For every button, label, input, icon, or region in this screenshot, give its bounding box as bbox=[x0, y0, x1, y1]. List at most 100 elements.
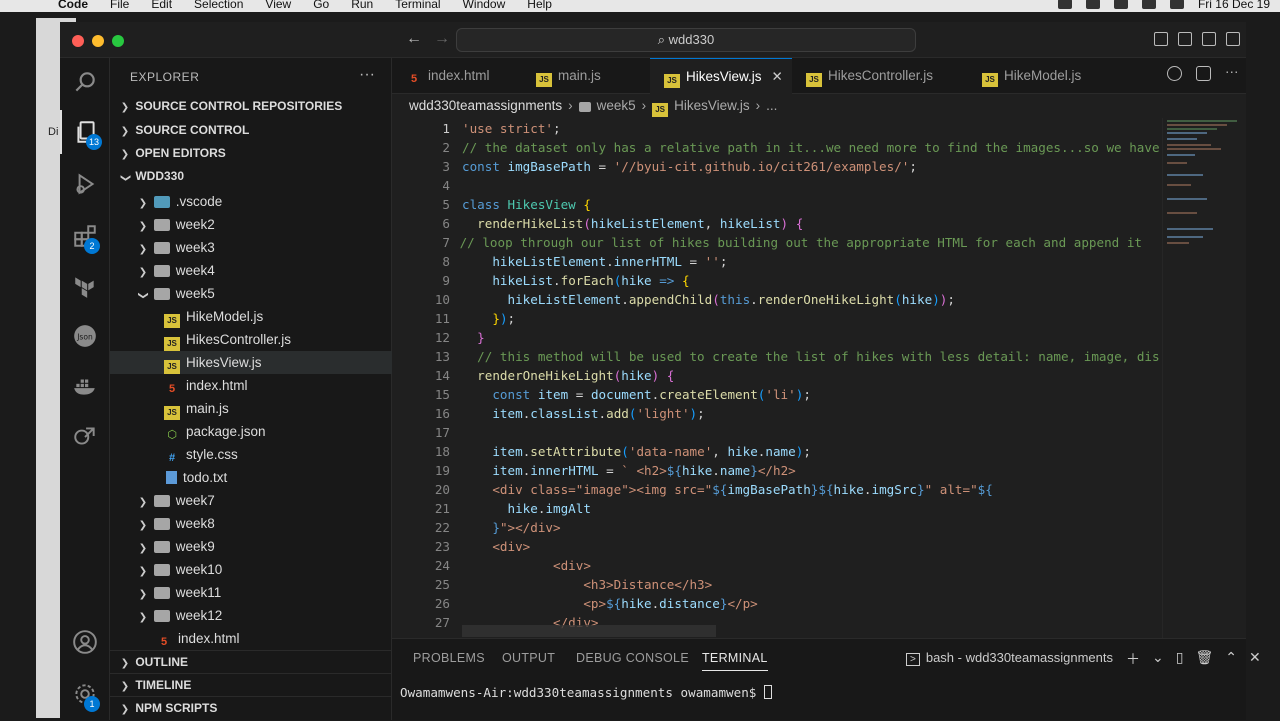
tab-hikescontroller-js[interactable]: JS HikesController.js bbox=[792, 58, 968, 94]
panel-tab-terminal[interactable]: TERMINAL bbox=[702, 651, 768, 671]
split-terminal-icon[interactable]: ▯ bbox=[1176, 649, 1184, 669]
camera-icon[interactable] bbox=[1057, 0, 1072, 9]
tab-index-html[interactable]: 5 index.html bbox=[392, 58, 522, 94]
panel-tab-problems[interactable]: PROBLEMS bbox=[413, 651, 485, 665]
minimap[interactable] bbox=[1162, 118, 1246, 638]
activity-search[interactable] bbox=[60, 60, 110, 104]
tree-file-hikemodel[interactable]: JS HikeModel.js bbox=[110, 305, 392, 328]
menu-run[interactable]: Run bbox=[351, 0, 373, 11]
tree-file-style-css[interactable]: # style.css bbox=[110, 443, 392, 466]
menu-view[interactable]: View bbox=[265, 0, 291, 11]
menu-app-name[interactable]: Code bbox=[58, 0, 88, 11]
tree-folder-week12[interactable]: ❯ week12 bbox=[110, 604, 392, 627]
zoom-window-button[interactable] bbox=[112, 35, 124, 47]
bluetooth-icon[interactable] bbox=[1113, 0, 1128, 9]
activity-json[interactable]: Json bbox=[60, 314, 110, 358]
panel-tab-debug-console[interactable]: DEBUG CONSOLE bbox=[576, 651, 689, 665]
customize-layout-icon[interactable] bbox=[1226, 32, 1240, 46]
new-terminal-icon[interactable]: ＋ bbox=[1126, 649, 1140, 669]
menu-terminal[interactable]: Terminal bbox=[395, 0, 440, 11]
terminal-output[interactable]: Owamamwens-Air:wdd330teamassignments owa… bbox=[400, 685, 772, 700]
breadcrumb-folder[interactable]: week5 bbox=[597, 98, 636, 113]
activity-live-share[interactable] bbox=[60, 414, 110, 458]
tree-file-root-index-html[interactable]: 5 index.html bbox=[110, 627, 392, 646]
line-number: 22 bbox=[434, 520, 450, 535]
menu-help[interactable]: Help bbox=[527, 0, 552, 11]
tree-folder-week7[interactable]: ❯ week7 bbox=[110, 489, 392, 512]
minimize-window-button[interactable] bbox=[92, 35, 104, 47]
section-workspace-root[interactable]: ❯ WDD330 bbox=[110, 165, 392, 187]
horizontal-scrollbar[interactable] bbox=[462, 625, 716, 637]
line-number: 4 bbox=[442, 178, 450, 193]
close-panel-icon[interactable]: ✕ bbox=[1249, 649, 1261, 669]
spotlight-icon[interactable] bbox=[1169, 0, 1184, 9]
tree-file-main-js[interactable]: JS main.js bbox=[110, 397, 392, 420]
menu-go[interactable]: Go bbox=[313, 0, 329, 11]
open-timeline-icon[interactable] bbox=[1167, 66, 1182, 81]
tree-folder-week9[interactable]: ❯ week9 bbox=[110, 535, 392, 558]
close-window-button[interactable] bbox=[72, 35, 84, 47]
menubar-clock[interactable]: Fri 16 Dec 19 bbox=[1198, 0, 1270, 11]
panel-tab-output[interactable]: OUTPUT bbox=[502, 651, 555, 665]
js-file-icon: JS bbox=[164, 337, 180, 351]
command-center-search[interactable]: ⌕ wdd330 bbox=[456, 28, 916, 52]
activity-accounts[interactable] bbox=[60, 620, 110, 664]
tree-folder-week5[interactable]: ❯ week5 bbox=[110, 282, 392, 305]
wifi-icon[interactable] bbox=[1085, 0, 1100, 9]
chevron-up-icon[interactable]: ⌃ bbox=[1225, 649, 1237, 669]
minimap-line bbox=[1167, 184, 1191, 186]
tab-hikesview-js[interactable]: JS HikesView.js ✕ bbox=[650, 58, 792, 94]
toggle-secondary-sidebar-icon[interactable] bbox=[1202, 32, 1216, 46]
section-npm-scripts[interactable]: ❯ NPM SCRIPTS bbox=[110, 696, 392, 718]
code-editor[interactable]: 1 2 3 4 5 6 7 8 9 10 11 12 13 14 15 16 1… bbox=[392, 118, 1162, 638]
forward-arrow-icon[interactable]: → bbox=[434, 30, 450, 48]
back-arrow-icon[interactable]: ← bbox=[406, 30, 422, 48]
battery-icon[interactable] bbox=[1141, 0, 1156, 9]
menu-window[interactable]: Window bbox=[463, 0, 506, 11]
tree-folder-week11[interactable]: ❯ week11 bbox=[110, 581, 392, 604]
tree-folder-week10[interactable]: ❯ week10 bbox=[110, 558, 392, 581]
tree-folder-week4[interactable]: ❯ week4 bbox=[110, 259, 392, 282]
breadcrumb-file[interactable]: HikesView.js bbox=[674, 98, 750, 113]
trash-icon[interactable]: 🗑 bbox=[1195, 649, 1213, 669]
menu-edit[interactable]: Edit bbox=[151, 0, 172, 11]
toggle-sidebar-icon[interactable] bbox=[1154, 32, 1168, 46]
tree-label: week7 bbox=[175, 493, 215, 508]
tab-main-js[interactable]: JS main.js bbox=[522, 58, 650, 94]
breadcrumb-symbol[interactable]: ... bbox=[766, 98, 777, 113]
activity-docker[interactable] bbox=[60, 364, 110, 408]
split-editor-icon[interactable] bbox=[1196, 66, 1211, 81]
tree-file-index-html[interactable]: 5 index.html bbox=[110, 374, 392, 397]
tree-file-hikescontroller[interactable]: JS HikesController.js bbox=[110, 328, 392, 351]
breadcrumb-root[interactable]: wdd330teamassignments bbox=[409, 98, 562, 113]
activity-terraform[interactable] bbox=[60, 264, 110, 308]
tree-file-todo-txt[interactable]: todo.txt bbox=[110, 466, 392, 489]
menu-file[interactable]: File bbox=[110, 0, 129, 11]
tree-file-hikesview[interactable]: JS HikesView.js bbox=[110, 351, 392, 374]
section-source-control-repositories[interactable]: ❯ SOURCE CONTROL REPOSITORIES bbox=[110, 95, 392, 117]
close-tab-icon[interactable]: ✕ bbox=[772, 69, 783, 84]
activity-run-debug[interactable] bbox=[60, 162, 110, 206]
activity-explorer[interactable]: 13 bbox=[60, 110, 110, 154]
tree-folder-week8[interactable]: ❯ week8 bbox=[110, 512, 392, 535]
toggle-panel-icon[interactable] bbox=[1178, 32, 1192, 46]
tab-label: index.html bbox=[428, 68, 490, 83]
activity-extensions[interactable]: 2 bbox=[60, 214, 110, 258]
section-timeline[interactable]: ❯ TIMELINE bbox=[110, 673, 392, 695]
code-line: <div class="image"><img src="${imgBasePa… bbox=[462, 482, 993, 497]
tree-folder-week3[interactable]: ❯ week3 bbox=[110, 236, 392, 259]
chevron-down-icon[interactable]: ⌄ bbox=[1152, 649, 1164, 669]
terminal-selector[interactable]: > bash - wdd330teamassignments bbox=[906, 650, 1113, 666]
section-source-control[interactable]: ❯ SOURCE CONTROL bbox=[110, 119, 392, 141]
menu-selection[interactable]: Selection bbox=[194, 0, 243, 11]
activity-manage[interactable]: 1 bbox=[60, 672, 110, 716]
more-actions-icon[interactable]: ··· bbox=[359, 66, 375, 84]
more-actions-icon[interactable]: ··· bbox=[1225, 65, 1240, 81]
section-outline[interactable]: ❯ OUTLINE bbox=[110, 650, 392, 672]
tree-file-package-json[interactable]: ⬡ package.json bbox=[110, 420, 392, 443]
section-open-editors[interactable]: ❯ OPEN EDITORS bbox=[110, 142, 392, 164]
tree-folder-week2[interactable]: ❯ week2 bbox=[110, 213, 392, 236]
tab-hikemodel-js[interactable]: JS HikeModel.js bbox=[968, 58, 1118, 94]
tree-folder-vscode[interactable]: ❯ .vscode bbox=[110, 190, 392, 213]
minimap-line bbox=[1167, 120, 1237, 122]
